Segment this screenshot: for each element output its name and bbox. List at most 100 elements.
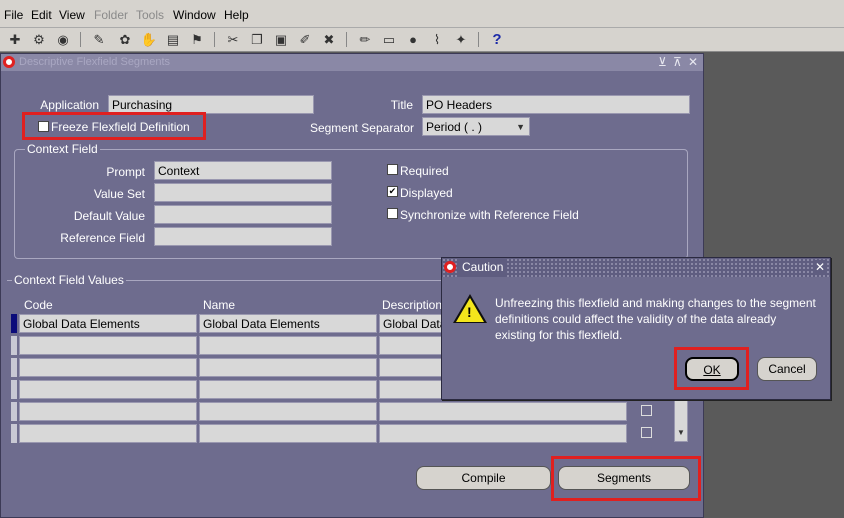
row-indicator[interactable] bbox=[11, 402, 17, 421]
table-cell-name[interactable] bbox=[199, 358, 377, 377]
attachments-icon[interactable]: ⌇ bbox=[428, 31, 446, 49]
table-cell-name[interactable] bbox=[199, 424, 377, 443]
segment-separator-value: Period ( . ) bbox=[426, 120, 483, 134]
save-icon[interactable]: ◉ bbox=[54, 31, 72, 49]
table-cell-code[interactable] bbox=[19, 358, 197, 377]
menu-window[interactable]: Window bbox=[173, 8, 216, 22]
toolbar-separator bbox=[214, 32, 215, 47]
warning-icon: ! bbox=[453, 294, 487, 323]
oracle-logo-icon bbox=[444, 261, 456, 273]
translation-icon[interactable]: ● bbox=[404, 31, 422, 49]
segment-separator-select[interactable]: Period ( . ) ▼ bbox=[422, 117, 530, 136]
delete-icon[interactable]: ✖ bbox=[320, 31, 338, 49]
freeze-checkbox[interactable] bbox=[38, 121, 49, 132]
value-set-field[interactable] bbox=[154, 183, 332, 202]
default-value-field[interactable] bbox=[154, 205, 332, 224]
segment-separator-label: Segment Separator bbox=[309, 121, 414, 135]
window-title: Descriptive Flexfield Segments bbox=[19, 56, 171, 68]
column-header-description: Description bbox=[382, 298, 443, 312]
required-label: Required bbox=[400, 164, 449, 178]
dialog-message-line: definitions could affect the validity of… bbox=[495, 312, 777, 326]
folder-tools-icon[interactable]: ✦ bbox=[452, 31, 470, 49]
prompt-label: Prompt bbox=[106, 165, 145, 179]
vertical-scrollbar[interactable]: ▼ bbox=[674, 394, 688, 442]
reference-field[interactable] bbox=[154, 227, 332, 246]
dialog-title: Caution bbox=[458, 258, 508, 277]
required-checkbox[interactable] bbox=[387, 164, 398, 175]
menu-bar: File Edit View Folder Tools Window Help bbox=[0, 0, 844, 28]
table-cell-name[interactable] bbox=[199, 336, 377, 355]
dialog-message-line: Unfreezing this flexfield and making cha… bbox=[495, 296, 816, 310]
row-checkbox[interactable] bbox=[641, 427, 652, 438]
print-icon[interactable]: ▤ bbox=[164, 31, 182, 49]
menu-edit[interactable]: Edit bbox=[31, 8, 52, 22]
menu-tools[interactable]: Tools bbox=[136, 8, 164, 22]
toolbar-separator bbox=[80, 32, 81, 47]
row-indicator[interactable] bbox=[11, 336, 17, 355]
compile-button[interactable]: Compile bbox=[416, 466, 551, 490]
chevron-down-icon: ▼ bbox=[516, 122, 525, 132]
menu-folder[interactable]: Folder bbox=[94, 8, 128, 22]
table-cell-code[interactable] bbox=[19, 380, 197, 399]
application-label: Application bbox=[40, 98, 99, 112]
maximize-icon[interactable]: ⊼ bbox=[673, 55, 682, 69]
edit-field-icon[interactable]: ✏ bbox=[356, 31, 374, 49]
menu-file[interactable]: File bbox=[4, 8, 23, 22]
menu-view[interactable]: View bbox=[59, 8, 85, 22]
minimize-icon[interactable]: ⊻ bbox=[658, 55, 667, 69]
row-indicator[interactable] bbox=[11, 380, 17, 399]
cut-icon[interactable]: ✂ bbox=[224, 31, 242, 49]
zoom-icon[interactable]: ▭ bbox=[380, 31, 398, 49]
toolbar-separator bbox=[478, 32, 479, 47]
context-values-group-label: Context Field Values bbox=[12, 273, 126, 287]
row-checkbox[interactable] bbox=[641, 405, 652, 416]
column-header-name: Name bbox=[203, 298, 236, 312]
help-icon[interactable]: ? bbox=[488, 31, 506, 49]
table-cell-name[interactable]: Global Data Elements bbox=[199, 314, 377, 333]
close-icon[interactable]: ✕ bbox=[688, 55, 698, 69]
title-label: Title bbox=[390, 98, 413, 112]
copy-icon[interactable]: ❐ bbox=[248, 31, 266, 49]
cancel-button[interactable]: Cancel bbox=[757, 357, 817, 381]
menu-help[interactable]: Help bbox=[224, 8, 249, 22]
table-cell-code[interactable] bbox=[19, 402, 197, 421]
segments-button[interactable]: Segments bbox=[558, 466, 690, 490]
table-cell-name[interactable] bbox=[199, 402, 377, 421]
clear-icon[interactable]: ✐ bbox=[296, 31, 314, 49]
window-titlebar: Descriptive Flexfield Segments ⊻ ⊼ ✕ bbox=[1, 54, 703, 71]
close-icon[interactable]: ✕ bbox=[815, 260, 826, 274]
dialog-titlebar: Caution ✕ bbox=[442, 258, 830, 277]
table-cell-code[interactable] bbox=[19, 424, 197, 443]
toolbar: ✚ ⚙ ◉ ✎ ✿ ✋ ▤ ⚑ ✂ ❐ ▣ ✐ ✖ ✏ ▭ ● ⌇ ✦ ? bbox=[0, 28, 844, 52]
table-cell-code[interactable]: Global Data Elements bbox=[19, 314, 197, 333]
table-cell-code[interactable] bbox=[19, 336, 197, 355]
context-field-group-label: Context Field bbox=[25, 142, 100, 156]
synchronize-label: Synchronize with Reference Field bbox=[400, 208, 579, 222]
freeze-label: Freeze Flexfield Definition bbox=[51, 120, 190, 134]
prompt-field[interactable]: Context bbox=[154, 161, 332, 180]
title-field[interactable]: PO Headers bbox=[422, 95, 690, 114]
row-indicator[interactable] bbox=[11, 424, 17, 443]
displayed-label: Displayed bbox=[400, 186, 453, 200]
hand-icon[interactable]: ✋ bbox=[140, 31, 158, 49]
find-icon[interactable]: ⚑ bbox=[188, 31, 206, 49]
row-indicator[interactable] bbox=[11, 358, 17, 377]
open-icon[interactable]: ⚙ bbox=[30, 31, 48, 49]
table-cell-name[interactable] bbox=[199, 380, 377, 399]
displayed-checkbox[interactable]: ✔ bbox=[387, 186, 398, 197]
new-icon[interactable]: ✚ bbox=[6, 31, 24, 49]
attach-icon[interactable]: ✿ bbox=[116, 31, 134, 49]
table-cell-description[interactable] bbox=[379, 402, 627, 421]
ok-button[interactable]: OK bbox=[685, 357, 739, 381]
paste-icon[interactable]: ▣ bbox=[272, 31, 290, 49]
caution-dialog: Caution ✕ ! Unfreezing this flexfield an… bbox=[441, 257, 831, 400]
folder-icon[interactable]: ✎ bbox=[90, 31, 108, 49]
current-row-indicator bbox=[11, 314, 17, 333]
warning-icon-mark: ! bbox=[467, 304, 472, 320]
oracle-logo-icon bbox=[3, 56, 15, 68]
scroll-down-icon[interactable]: ▼ bbox=[677, 428, 685, 437]
synchronize-checkbox[interactable] bbox=[387, 208, 398, 219]
table-cell-description[interactable] bbox=[379, 424, 627, 443]
dialog-message-line: existing for this flexfield. bbox=[495, 328, 623, 342]
value-set-label: Value Set bbox=[93, 187, 145, 201]
